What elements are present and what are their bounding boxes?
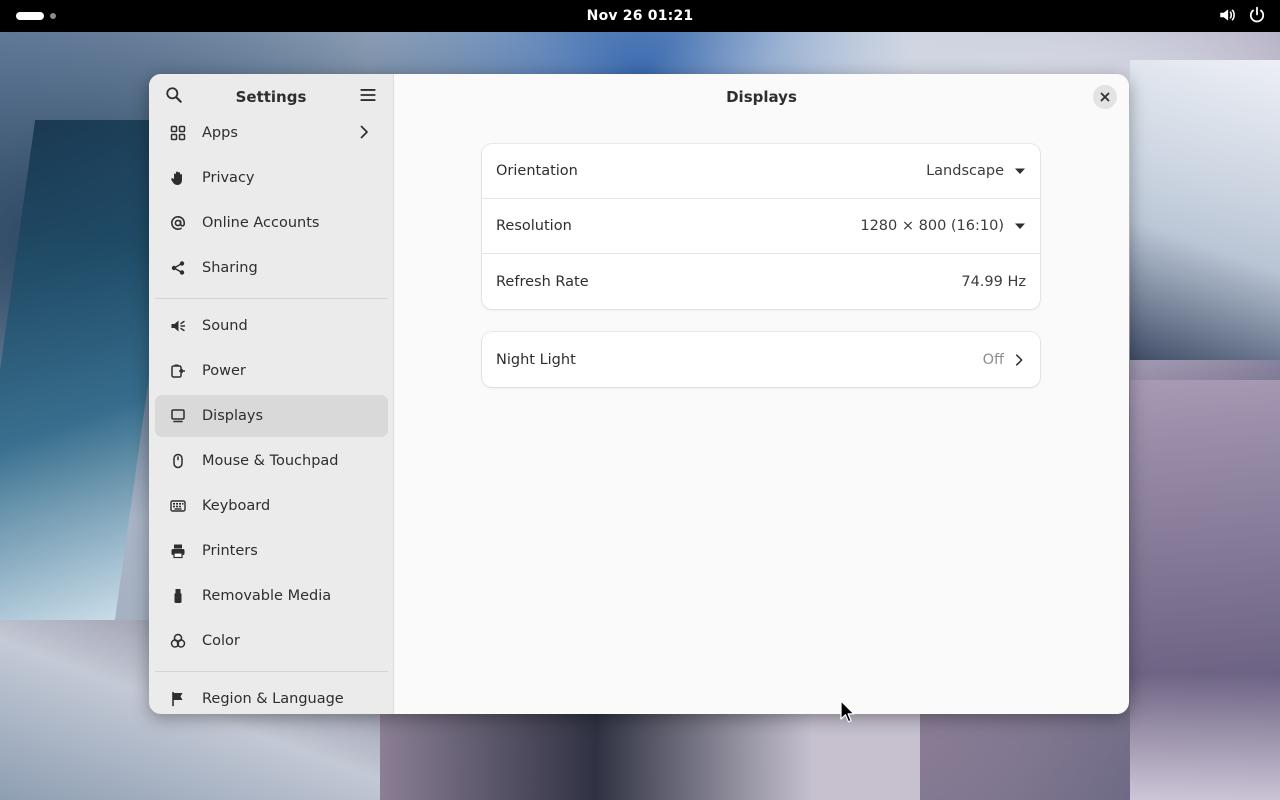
system-tray[interactable] xyxy=(1218,6,1266,24)
keyboard-icon xyxy=(169,497,187,515)
sidebar-item-mouse-touchpad[interactable]: Mouse & Touchpad xyxy=(155,440,388,482)
sidebar-item-label: Region & Language xyxy=(202,691,344,707)
search-icon xyxy=(165,86,183,108)
night-light-card: Night Light Off xyxy=(482,332,1040,387)
chevron-right-icon xyxy=(1016,353,1023,366)
sidebar-item-sharing[interactable]: Sharing xyxy=(155,247,388,289)
battery-plug-icon xyxy=(169,362,187,380)
resolution-label: Resolution xyxy=(496,218,572,234)
sidebar-item-privacy[interactable]: Privacy xyxy=(155,157,388,199)
sidebar-item-label: Apps xyxy=(202,125,238,141)
wallpaper-shape xyxy=(1130,380,1280,800)
orientation-row[interactable]: Orientation Landscape xyxy=(482,144,1040,199)
dropdown-arrow-icon xyxy=(1015,168,1025,174)
sidebar-item-keyboard[interactable]: Keyboard xyxy=(155,485,388,527)
content-pane: Displays Orientation Landscape Resolutio… xyxy=(394,74,1129,714)
sidebar: Settings Apps Privacy Online Accounts Sh… xyxy=(149,74,394,714)
sidebar-item-label: Power xyxy=(202,363,246,379)
sidebar-separator xyxy=(155,671,388,672)
sidebar-item-sound[interactable]: Sound xyxy=(155,305,388,347)
sidebar-item-label: Displays xyxy=(202,408,264,424)
orientation-label: Orientation xyxy=(496,163,578,179)
wallpaper-shape xyxy=(380,714,920,800)
sidebar-item-displays[interactable]: Displays xyxy=(155,395,388,437)
night-light-value: Off xyxy=(982,351,1004,368)
sidebar-item-printers[interactable]: Printers xyxy=(155,530,388,572)
settings-window: Settings Apps Privacy Online Accounts Sh… xyxy=(149,74,1129,714)
printer-icon xyxy=(169,542,187,560)
speaker-icon xyxy=(169,317,187,335)
wallpaper-shape xyxy=(1130,60,1280,360)
activities-button[interactable] xyxy=(16,12,56,20)
clock[interactable]: Nov 26 01:21 xyxy=(587,8,694,24)
apps-icon xyxy=(169,124,187,142)
sidebar-item-label: Mouse & Touchpad xyxy=(202,453,339,469)
sidebar-item-label: Keyboard xyxy=(202,498,271,514)
mouse-cursor-icon xyxy=(840,700,855,723)
refresh-rate-label: Refresh Rate xyxy=(496,273,589,290)
resolution-row[interactable]: Resolution 1280 × 800 (16:10) xyxy=(482,199,1040,254)
sidebar-item-online-accounts[interactable]: Online Accounts xyxy=(155,202,388,244)
night-light-label: Night Light xyxy=(496,351,576,368)
display-settings-card: Orientation Landscape Resolution 1280 × … xyxy=(482,144,1040,309)
sidebar-item-label: Sharing xyxy=(202,260,258,276)
sidebar-separator xyxy=(155,298,388,299)
flag-icon xyxy=(169,690,187,708)
sidebar-item-region-language[interactable]: Region & Language xyxy=(155,678,388,714)
sidebar-title: Settings xyxy=(235,88,307,106)
main-menu-button[interactable] xyxy=(355,84,381,110)
hamburger-menu-icon xyxy=(359,86,377,108)
sidebar-item-power[interactable]: Power xyxy=(155,350,388,392)
close-button[interactable] xyxy=(1093,85,1117,109)
hand-icon xyxy=(169,169,187,187)
sidebar-item-removable-media[interactable]: Removable Media xyxy=(155,575,388,617)
sidebar-list[interactable]: Apps Privacy Online Accounts Sharing Sou… xyxy=(149,120,394,714)
night-light-row[interactable]: Night Light Off xyxy=(482,332,1040,387)
mouse-icon xyxy=(169,452,187,470)
orientation-dropdown[interactable]: Landscape xyxy=(926,163,1026,179)
sidebar-header: Settings xyxy=(149,74,393,120)
usb-icon xyxy=(169,587,187,605)
close-icon xyxy=(1100,92,1110,102)
night-light-status: Off xyxy=(983,352,1026,368)
orientation-value: Landscape xyxy=(926,163,1004,179)
resolution-value: 1280 × 800 (16:10) xyxy=(860,218,1004,234)
sidebar-item-label: Sound xyxy=(202,318,248,334)
page-title: Displays xyxy=(726,88,797,106)
sidebar-item-apps[interactable]: Apps xyxy=(155,120,388,154)
color-icon xyxy=(169,632,187,650)
search-button[interactable] xyxy=(161,84,187,110)
monitor-icon xyxy=(169,407,187,425)
sidebar-item-label: Printers xyxy=(202,543,258,559)
share-icon xyxy=(169,259,187,277)
sidebar-item-label: Removable Media xyxy=(202,588,332,604)
workspace-indicator xyxy=(50,13,56,19)
top-bar: Nov 26 01:21 xyxy=(0,0,1280,32)
sidebar-item-color[interactable]: Color xyxy=(155,620,388,662)
resolution-dropdown[interactable]: 1280 × 800 (16:10) xyxy=(860,218,1026,234)
volume-icon[interactable] xyxy=(1218,6,1236,24)
chevron-right-icon xyxy=(360,125,368,139)
sidebar-item-label: Online Accounts xyxy=(202,215,320,231)
power-icon[interactable] xyxy=(1248,6,1266,24)
sidebar-item-label: Color xyxy=(202,633,240,649)
refresh-rate-row[interactable]: Refresh Rate 74.99 Hz xyxy=(482,254,1040,309)
refresh-rate-value: 74.99 Hz xyxy=(961,273,1026,290)
dropdown-arrow-icon xyxy=(1015,223,1025,229)
workspace-indicator-active xyxy=(16,12,44,20)
sidebar-item-label: Privacy xyxy=(202,170,255,186)
at-icon xyxy=(169,214,187,232)
